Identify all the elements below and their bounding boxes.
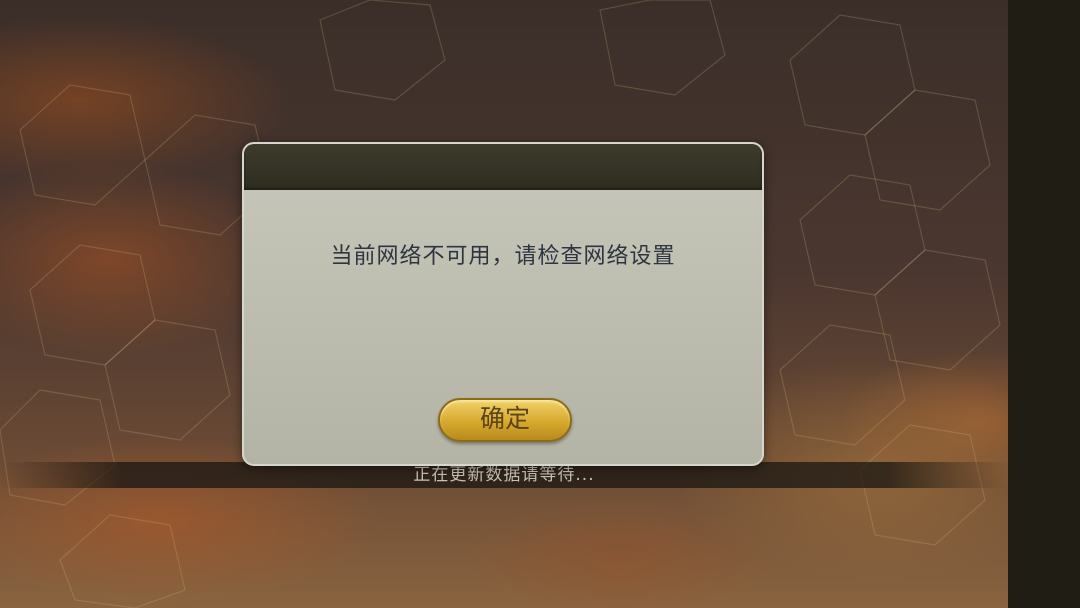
network-error-dialog: 当前网络不可用，请检查网络设置 确定 bbox=[242, 142, 764, 466]
confirm-button[interactable]: 确定 bbox=[438, 398, 572, 442]
right-side-bar bbox=[1008, 0, 1080, 608]
dialog-message: 当前网络不可用，请检查网络设置 bbox=[330, 244, 676, 269]
dialog-header bbox=[244, 144, 762, 190]
